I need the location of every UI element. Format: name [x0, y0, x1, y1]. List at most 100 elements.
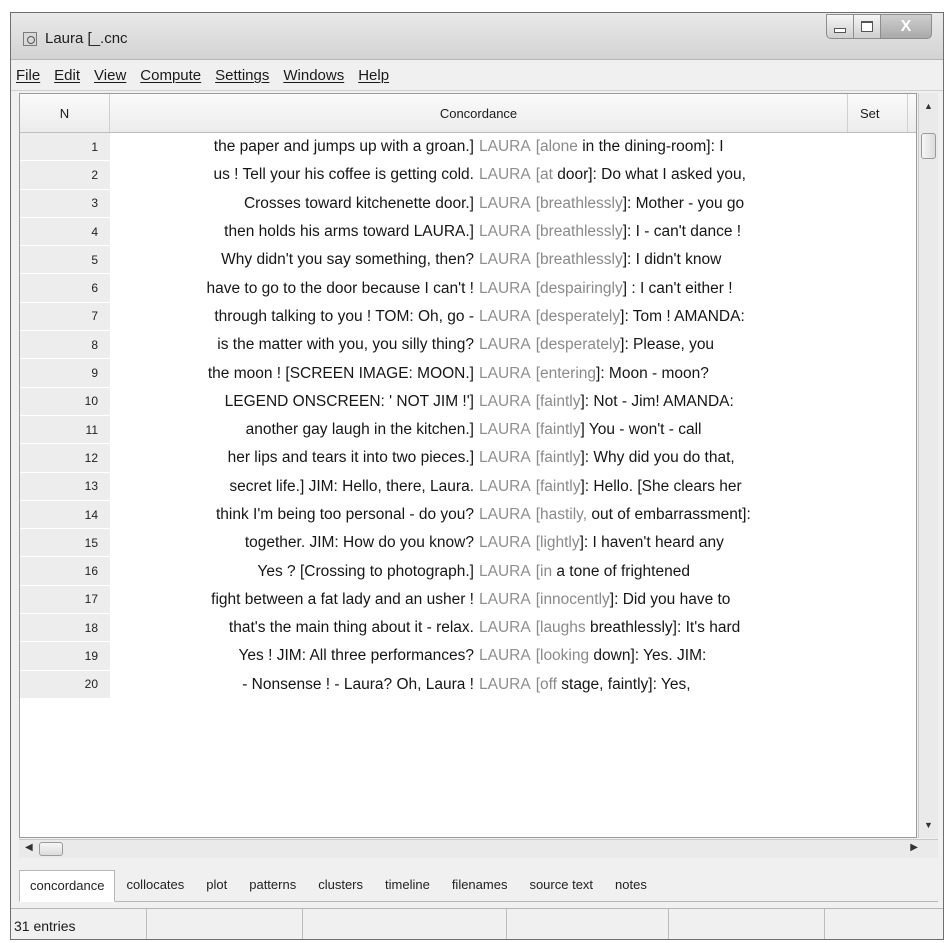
menu-file[interactable]: File [16, 67, 40, 84]
table-row[interactable]: 5 Why didn't you say something, then? LAUR… [20, 246, 916, 275]
left-context: Crosses toward kitchenette door.] [243, 194, 474, 212]
status-bar: 31 entries [11, 908, 943, 939]
table-row[interactable]: 3 Crosses toward kitchenette door.] LAURA[… [20, 189, 916, 218]
tab-concordance[interactable]: concordance [19, 870, 116, 902]
left-context: secret life.] JIM: Hello, there, Laura. [229, 477, 474, 495]
search-hit: LAURA [479, 307, 531, 325]
column-header-concordance[interactable]: Concordance [110, 94, 848, 132]
menu-help[interactable]: Help [358, 67, 389, 84]
tab-source-text[interactable]: source text [518, 877, 604, 901]
horizontal-scroll-thumb[interactable] [39, 842, 63, 856]
concordance-line[interactable]: fight between a fat lady and an usher ! L… [110, 586, 848, 614]
menu-windows[interactable]: Windows [283, 67, 344, 84]
app-icon [23, 32, 37, 46]
menu-settings[interactable]: Settings [215, 67, 269, 84]
tab-plot[interactable]: plot [195, 877, 238, 901]
table-row[interactable]: 10 LEGEND ONSCREEN: ' NOT JIM !'] LAURA [fa… [20, 387, 916, 416]
concordance-line[interactable]: another gay laugh in the kitchen.] LAURA[… [110, 416, 848, 444]
concordance-line[interactable]: is the matter with you, you silly thing?… [110, 331, 848, 359]
table-row[interactable]: 20 - Nonsense ! - Laura? Oh, Laura ! LAURA… [20, 670, 916, 699]
left-context: - Nonsense ! - Laura? Oh, Laura ! [242, 675, 474, 693]
search-hit: LAURA [479, 421, 531, 439]
search-hit: LAURA [479, 223, 531, 241]
menu-edit[interactable]: Edit [54, 67, 80, 84]
column-header-set[interactable]: Set [848, 94, 908, 132]
concordance-line[interactable]: have to go to the door because I can't !… [110, 274, 848, 302]
search-hit: LAURA [479, 477, 531, 495]
table-row[interactable]: 6 have to go to the door because I can't … [20, 274, 916, 303]
search-hit: LAURA [479, 392, 531, 410]
concordance-line[interactable]: LEGEND ONSCREEN: ' NOT JIM !'] LAURA [fain… [110, 388, 848, 416]
minimize-button[interactable] [826, 14, 854, 39]
tool-tabs: concordance collocates plot patterns clu… [19, 869, 938, 902]
concordance-line[interactable]: Crosses toward kitchenette door.] LAURA [b… [110, 190, 848, 218]
table-row[interactable]: 15 together. JIM: How do you know? LAURA [l… [20, 529, 916, 558]
tab-collocates[interactable]: collocates [115, 877, 195, 901]
search-hit: LAURA [479, 364, 531, 382]
tab-notes[interactable]: notes [604, 877, 658, 901]
table-row[interactable]: 19 Yes ! JIM: All three performances? LAUR… [20, 642, 916, 671]
right-context: [hastily, out of embarrassment]: [535, 506, 751, 523]
left-context: have to go to the door because I can't ! [206, 279, 474, 297]
vertical-scrollbar[interactable]: ▲ ▼ [918, 93, 938, 838]
concordance-line[interactable]: - Nonsense ! - Laura? Oh, Laura ! LAURA [o… [110, 671, 848, 699]
table-row[interactable]: 16 Yes ? [Crossing to photograph.] LAURA [i… [20, 557, 916, 586]
left-context: is the matter with you, you silly thing? [217, 336, 474, 354]
row-number: 8 [20, 331, 110, 360]
column-header-n[interactable]: N [20, 94, 110, 132]
concordance-line[interactable]: through talking to you ! TOM: Oh, go - LA… [110, 303, 848, 331]
right-context: [breathlessly]: I didn't know [535, 251, 722, 269]
table-row[interactable]: 12 her lips and tears it into two pieces.… [20, 444, 916, 473]
close-button[interactable]: X [880, 14, 932, 39]
concordance-line[interactable]: that's the main thing about it - relax. L… [110, 614, 848, 642]
right-context: [innocently]: Did you have to [535, 590, 731, 608]
concordance-line[interactable]: the moon ! [SCREEN IMAGE: MOON.] LAURA [en… [110, 359, 848, 387]
maximize-button[interactable] [853, 14, 881, 39]
arrow-up-icon[interactable]: ▲ [924, 101, 933, 111]
right-context: [entering]: Moon - moon? [535, 364, 709, 382]
concordance-line[interactable]: her lips and tears it into two pieces.] L… [110, 444, 848, 472]
search-hit: LAURA [479, 279, 531, 297]
tab-clusters[interactable]: clusters [307, 877, 374, 901]
arrow-down-icon[interactable]: ▼ [924, 820, 933, 830]
table-row[interactable]: 11 another gay laugh in the kitchen.] LAUR… [20, 415, 916, 445]
table-row[interactable]: 13 secret life.] JIM: Hello, there, Laura… [20, 472, 916, 501]
concordance-line[interactable]: secret life.] JIM: Hello, there, Laura. L… [110, 473, 848, 501]
arrow-right-icon[interactable]: ▶ [910, 842, 918, 853]
concordance-line[interactable]: the paper and jumps up with a groan.] LAU… [110, 133, 848, 161]
table-row[interactable]: 9 the moon ! [SCREEN IMAGE: MOON.] LAURA [e… [20, 359, 916, 388]
vertical-scroll-thumb[interactable] [921, 133, 936, 159]
horizontal-scrollbar[interactable]: ◀ ▶ [19, 839, 938, 858]
table-row[interactable]: 4 then holds his arms toward LAURA.] LAURA… [20, 217, 916, 247]
search-hit: LAURA [479, 138, 531, 156]
minimize-icon [834, 28, 846, 33]
concordance-line[interactable]: then holds his arms toward LAURA.] LAURA[… [110, 218, 848, 246]
tag-text: [looking [535, 647, 590, 665]
tab-timeline[interactable]: timeline [374, 877, 441, 901]
concordance-line[interactable]: Why didn't you say something, then? LAURA… [110, 246, 848, 274]
table-row[interactable]: 2 us ! Tell your his coffee is getting co… [20, 161, 916, 190]
table-row[interactable]: 14 think I'm being too personal - do you?… [20, 500, 916, 530]
concordance-line[interactable]: together. JIM: How do you know? LAURA [lig… [110, 529, 848, 557]
menu-compute[interactable]: Compute [140, 67, 201, 84]
concordance-line[interactable]: us ! Tell your his coffee is getting col… [110, 161, 848, 189]
tab-patterns[interactable]: patterns [238, 877, 307, 901]
tag-text: [off [535, 675, 557, 693]
right-context: [faintly] You - won't - call [535, 421, 702, 439]
tab-filenames[interactable]: filenames [441, 877, 519, 901]
concordance-line[interactable]: think I'm being too personal - do you? LA… [110, 501, 848, 529]
table-row[interactable]: 7 through talking to you ! TOM: Oh, go - L… [20, 302, 916, 332]
tag-text: [alone [535, 138, 578, 156]
table-row[interactable]: 1 the paper and jumps up with a groan.] LA… [20, 133, 916, 162]
concordance-line[interactable]: Yes ! JIM: All three performances? LAURA[… [110, 642, 848, 670]
concordance-line[interactable]: Yes ? [Crossing to photograph.] LAURA [in … [110, 557, 848, 585]
table-body: 1 the paper and jumps up with a groan.] LA… [20, 133, 916, 699]
concordance-table[interactable]: N Concordance Set 1 the paper and jumps u… [19, 93, 917, 838]
title-bar[interactable]: Laura [_.cnc X [11, 13, 943, 60]
table-row[interactable]: 18 that's the main thing about it - relax… [20, 614, 916, 643]
right-context: [looking down]: Yes. JIM: [535, 647, 707, 665]
menu-view[interactable]: View [94, 67, 126, 84]
arrow-left-icon[interactable]: ◀ [25, 842, 33, 853]
table-row[interactable]: 8 is the matter with you, you silly thing… [20, 331, 916, 360]
table-row[interactable]: 17 fight between a fat lady and an usher … [20, 585, 916, 615]
